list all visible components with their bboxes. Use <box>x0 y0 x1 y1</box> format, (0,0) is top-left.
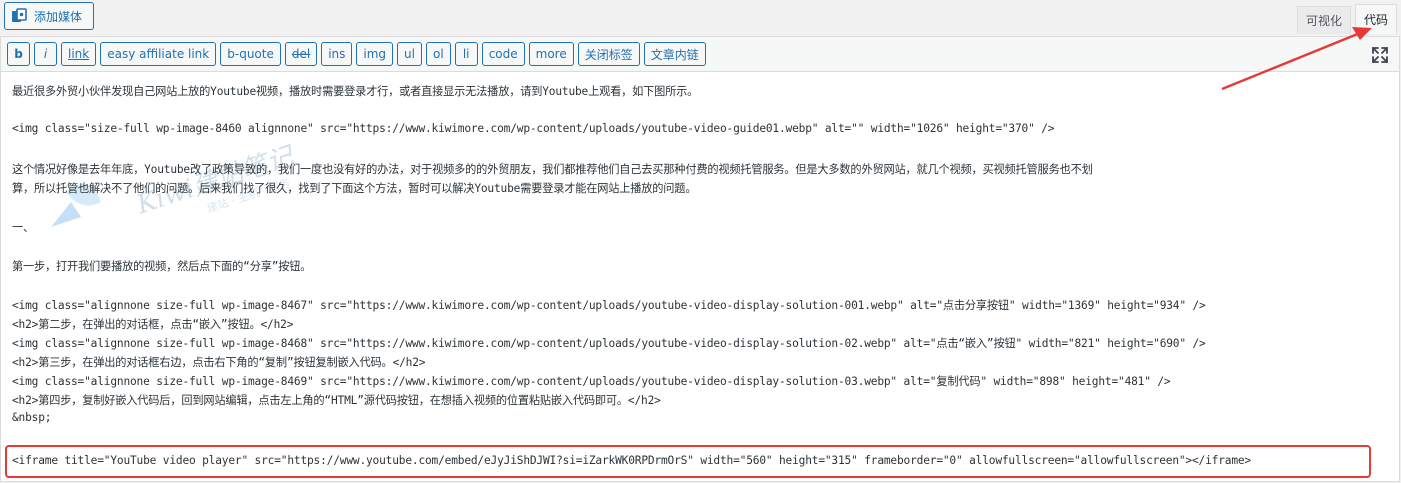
qt-li-button[interactable]: li <box>454 42 478 66</box>
add-media-label: 添加媒体 <box>34 9 83 24</box>
code-line: <img class="size-full wp-image-8460 alig… <box>12 122 1055 135</box>
code-editor: b i link easy affiliate link b-quote del ins im… <box>0 36 1400 482</box>
quicktags-toolbar: b i link easy affiliate link b-quote del ins im… <box>1 37 1399 72</box>
code-line: 算，所以托管也解决不了他们的问题。后来我们找了很久，找到了下面这个方法，暂时可以… <box>12 182 697 195</box>
qt-ins-button[interactable]: ins <box>321 42 353 66</box>
tab-code[interactable]: 代码 <box>1354 4 1397 34</box>
qt-del-button[interactable]: del <box>284 42 318 66</box>
code-line: <img class="alignnone size-full wp-image… <box>12 337 1206 350</box>
qt-i-button[interactable]: i <box>34 42 57 66</box>
qt-code-button[interactable]: code <box>481 42 525 66</box>
qt-b-quote-button[interactable]: b-quote <box>220 42 281 66</box>
code-line: 第一步，打开我们要播放的视频，然后点下面的“分享”按钮。 <box>12 260 312 273</box>
qt-ul-button[interactable]: ul <box>397 42 422 66</box>
code-line: <img class="alignnone size-full wp-image… <box>12 299 1206 312</box>
code-line: <h2>第四步，复制好嵌入代码后，回到网站编辑，点击左上角的“HTML”源代码按… <box>12 394 661 407</box>
code-line: 最近很多外贸小伙伴发现自己网站上放的Youtube视频，播放时需要登录才行，或者… <box>12 85 699 98</box>
code-line: <img class="alignnone size-full wp-image… <box>12 375 1171 388</box>
editor-top-bar: 添加媒体 可视化 代码 <box>0 0 1401 36</box>
qt-b-button[interactable]: b <box>7 42 30 66</box>
add-media-button[interactable]: 添加媒体 <box>4 2 94 30</box>
qt-close-tags-button[interactable]: 关闭标签 <box>577 42 640 66</box>
editor-tabs: 可视化 代码 <box>1296 4 1397 34</box>
qt-ol-button[interactable]: ol <box>426 42 451 66</box>
qt-more-button[interactable]: more <box>528 42 574 66</box>
watermark-logo: Kiwi建站笔记 建站 · 主机 · 服务 <box>41 132 311 272</box>
code-line: 这个情况好像是去年年底，Youtube改了政策导致的，我们一度也没有好的办法，对… <box>12 163 1093 176</box>
qt-link-button[interactable]: link <box>61 42 97 66</box>
media-icon <box>11 8 29 24</box>
qt-img-button[interactable]: img <box>356 42 394 66</box>
code-line: &nbsp; <box>12 411 52 424</box>
code-line: <iframe title="YouTube video player" src… <box>12 454 1251 467</box>
code-line: 一、 <box>12 221 35 234</box>
tab-visual[interactable]: 可视化 <box>1296 6 1351 34</box>
qt-easy-affiliate-link-button[interactable]: easy affiliate link <box>100 42 217 66</box>
fullscreen-icon[interactable] <box>1371 46 1389 64</box>
qt-internal-link-button[interactable]: 文章内链 <box>643 42 706 66</box>
code-line: <h2>第三步，在弹出的对话框右边，点击右下角的“复制”按钮复制嵌入代码。</h… <box>12 356 426 369</box>
code-line: <h2>第二步，在弹出的对话框，点击“嵌入”按钮。</h2> <box>12 318 294 331</box>
